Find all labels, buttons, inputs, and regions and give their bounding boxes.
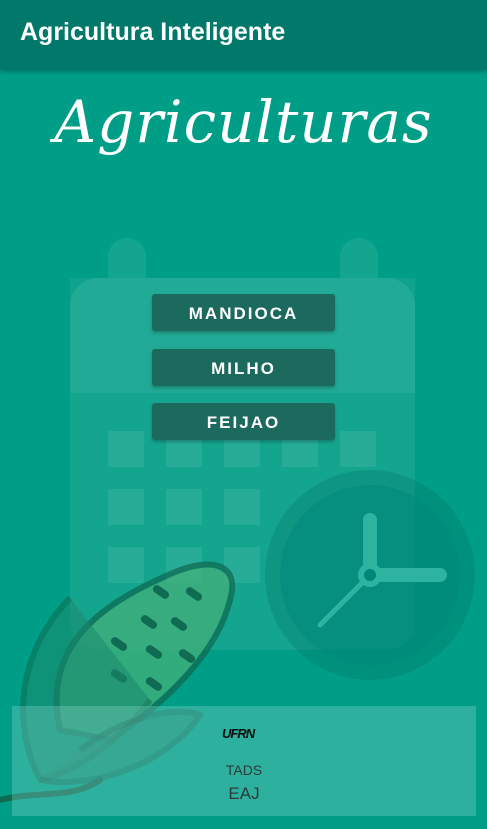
- footer-line-tads: TADS: [225, 762, 263, 778]
- clock-icon: [265, 470, 475, 680]
- milho-button[interactable]: MILHO: [152, 349, 335, 386]
- footer: UFRN TADS EAJ: [12, 706, 476, 816]
- app-bar: Agricultura Inteligente: [0, 0, 487, 70]
- footer-line-eaj: EAJ: [228, 784, 260, 803]
- feijao-button[interactable]: FEIJAO: [152, 403, 335, 440]
- ufrn-logo: UFRN: [222, 726, 255, 741]
- mandioca-button[interactable]: MANDIOCA: [152, 294, 335, 331]
- app-title: Agricultura Inteligente: [20, 18, 286, 46]
